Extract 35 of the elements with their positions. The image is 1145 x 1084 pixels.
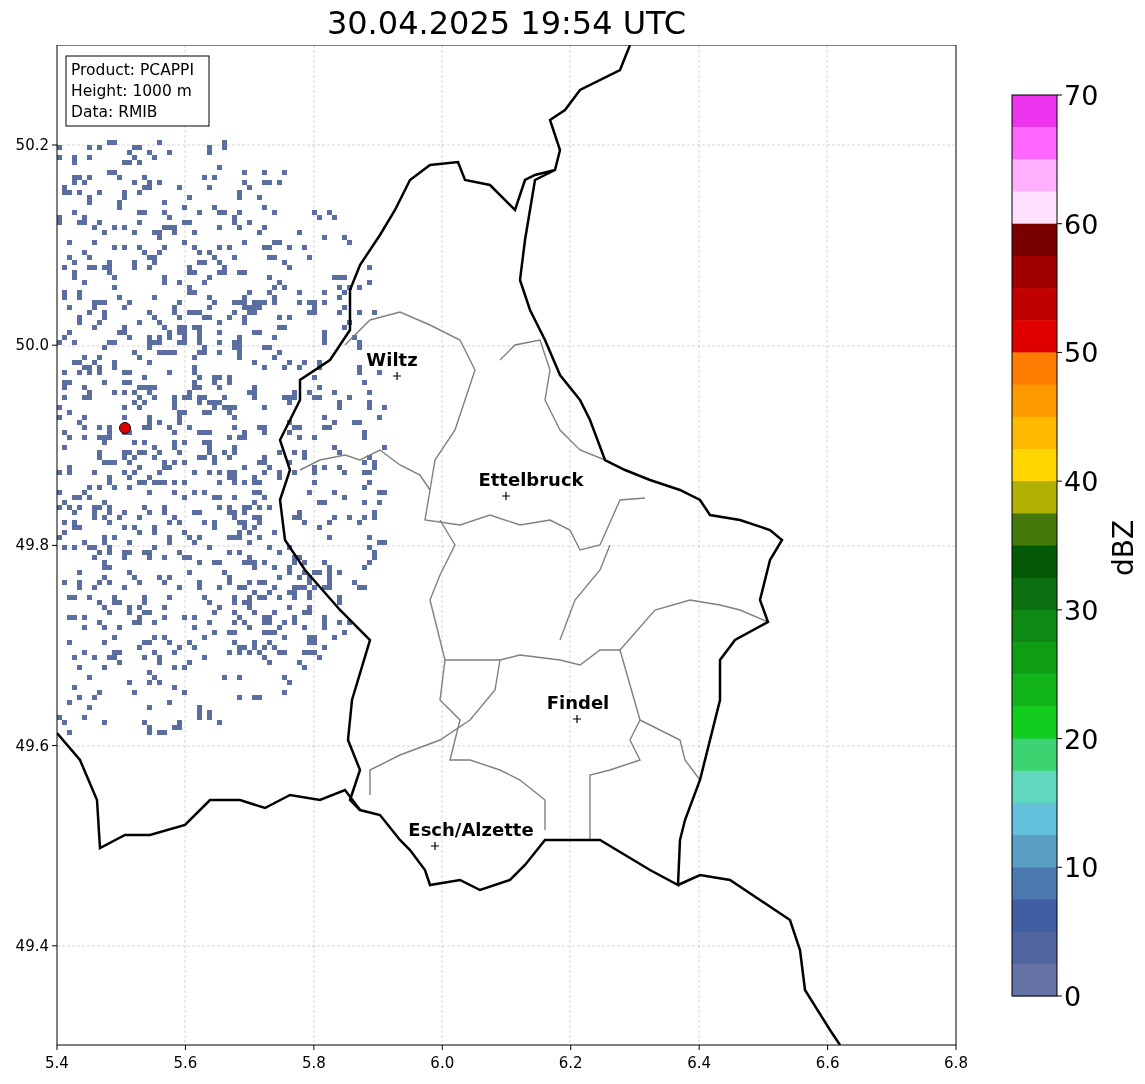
- x-axis-tick-label: 5.6: [173, 1054, 198, 1072]
- colorbar-tick-label: 20: [1064, 723, 1099, 755]
- x-axis-tick-label: 5.4: [45, 1054, 69, 1072]
- y-axis-tick-label: 49.6: [15, 736, 49, 755]
- x-axis-tick-label: 5.8: [301, 1054, 326, 1072]
- y-axis-tick-label: 49.4: [15, 936, 49, 955]
- y-axis-tick-label: 50.2: [15, 136, 49, 154]
- colorbar-tick-label: 60: [1064, 208, 1099, 240]
- x-axis-tick-label: 6.4: [687, 1054, 712, 1072]
- x-axis-tick-label: 6.2: [558, 1054, 583, 1072]
- colorbar-tick-label: 10: [1064, 852, 1099, 884]
- chart-title: 30.04.2025 19:54 UTC: [326, 6, 687, 39]
- city-marker-icon: [430, 841, 440, 851]
- y-axis-tick-label: 49.8: [15, 536, 49, 555]
- info-text: Product: PCAPPI: [71, 61, 195, 79]
- city-marker-icon: [392, 371, 402, 381]
- city-label: Ettelbruck: [478, 469, 584, 490]
- y-axis-tick-label: 50.0: [15, 336, 49, 355]
- colorbar-tick-label: 0: [1064, 981, 1082, 1012]
- city-label: Esch/Alzette: [408, 819, 534, 840]
- colorbar-tick-label: 70: [1064, 80, 1099, 111]
- colorbar-tick-label: 50: [1064, 337, 1099, 369]
- info-text: Data: RMIB: [71, 103, 158, 121]
- x-axis-tick-label: 6.8: [944, 1054, 968, 1072]
- colorbar-tick-label: 30: [1064, 594, 1099, 626]
- city-marker-icon: [572, 714, 582, 724]
- x-axis-tick-label: 6.0: [430, 1054, 455, 1072]
- x-axis-tick-label: 6.6: [815, 1054, 840, 1072]
- colorbar-tick-label: 40: [1064, 466, 1099, 498]
- city-label: Findel: [546, 692, 610, 713]
- city-marker-icon: [501, 491, 511, 501]
- info-text: Height: 1000 m: [71, 82, 192, 100]
- colorbar-label: dBZ: [1107, 519, 1140, 577]
- city-label: Wiltz: [366, 349, 418, 370]
- radar-site-marker: [119, 422, 131, 434]
